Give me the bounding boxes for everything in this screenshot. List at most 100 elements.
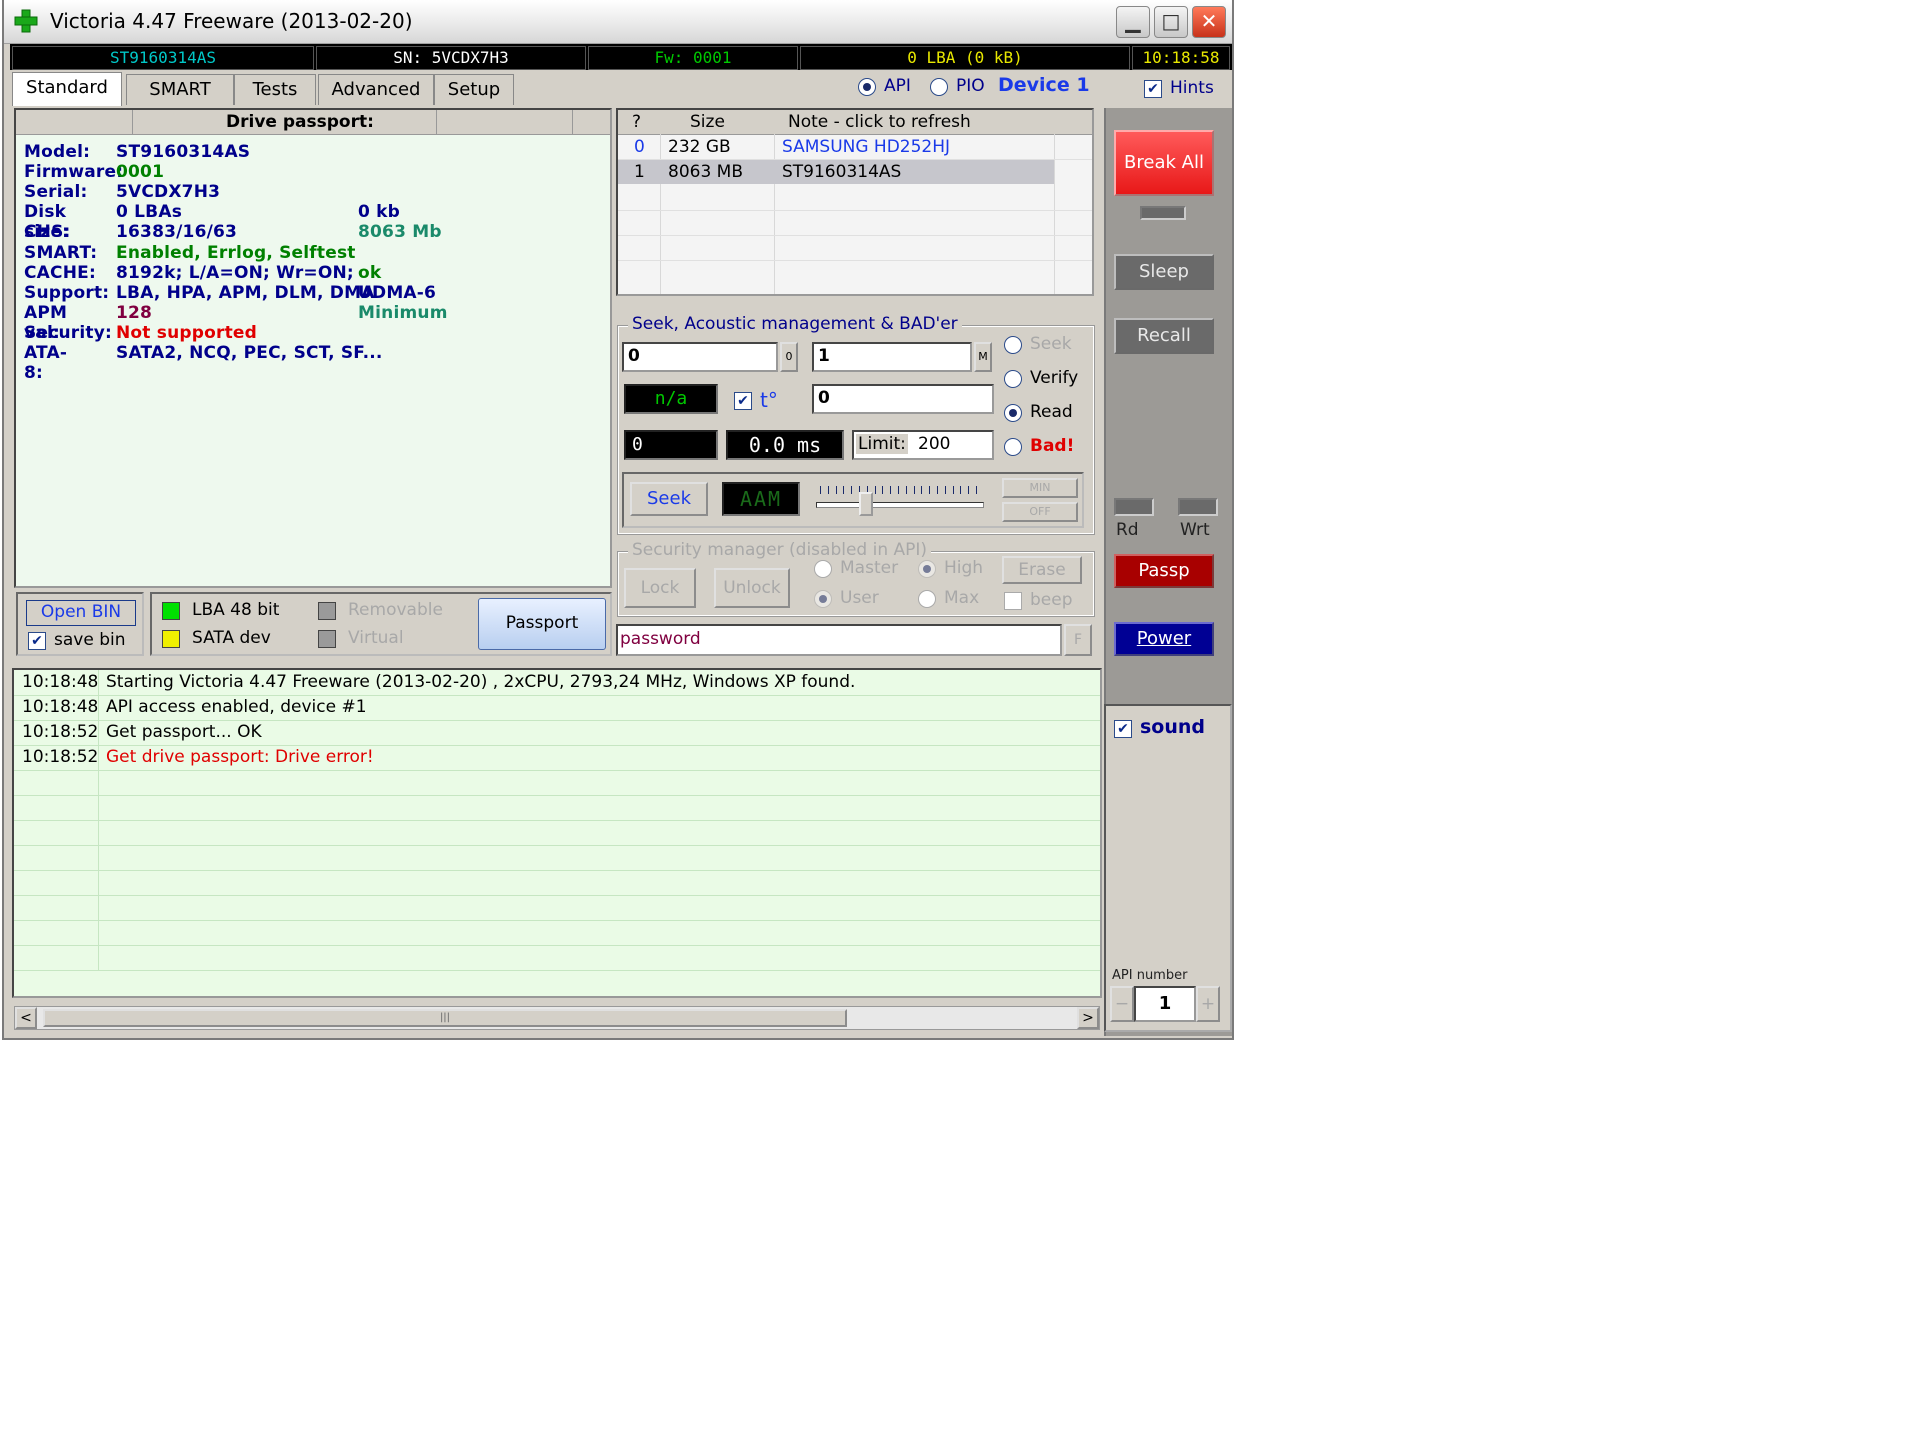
seek-button[interactable]: Seek [630, 482, 708, 516]
sound-checkbox[interactable]: ✔ [1114, 720, 1132, 738]
slider-tick [820, 486, 821, 494]
api-number-decrement[interactable]: − [1110, 986, 1134, 1022]
seek-to-input[interactable]: 1 [812, 342, 972, 372]
maximize-button[interactable]: □ [1154, 6, 1188, 38]
save-bin-checkbox[interactable]: ✔ [28, 632, 46, 650]
drive-note: ST9160314AS [782, 162, 902, 182]
api-radio[interactable] [858, 78, 876, 96]
master-radio[interactable] [814, 560, 832, 578]
seek-from-input[interactable]: 0 [622, 342, 778, 372]
power-button[interactable]: Power [1114, 622, 1214, 656]
temperature-label: t° [760, 388, 778, 412]
seek-mode-bad-radio[interactable] [1004, 438, 1022, 456]
drive-index: 0 [634, 137, 645, 157]
aam-slider[interactable] [816, 480, 984, 518]
log-row [14, 920, 1100, 946]
drive-col-size: Size [690, 112, 725, 132]
seek-from-button[interactable]: 0 [780, 342, 798, 372]
green-cross-icon [14, 9, 38, 33]
sata-label: SATA dev [192, 628, 271, 648]
drive-list-header: ? Size Note - click to refresh [618, 110, 1092, 135]
seek-count-input[interactable]: 0 [812, 384, 994, 414]
minimize-button[interactable]: ▁ [1116, 6, 1150, 38]
passport-label: ATA-8: [24, 343, 68, 383]
limit-field[interactable]: Limit: 200 [852, 430, 994, 460]
seek-mode-seek-radio[interactable] [1004, 336, 1022, 354]
break-all-button[interactable]: Break All [1114, 130, 1214, 196]
slider-tick [944, 486, 946, 494]
high-label: High [944, 558, 984, 578]
passport-label: SMART: [24, 242, 98, 263]
tab-smart[interactable]: SMART [126, 74, 234, 105]
device-label[interactable]: Device 1 [998, 74, 1090, 96]
log-row: 10:18:52 Get drive passport: Drive error! [14, 745, 1100, 771]
seek-mode-bad-label: Bad! [1030, 436, 1075, 456]
drive-row[interactable]: 0 232 GB SAMSUNG HD252HJ [618, 134, 1092, 160]
slider-tick [937, 486, 938, 494]
log-message: Get passport... OK [106, 722, 262, 742]
removable-label: Removable [348, 600, 443, 620]
seek-mode-read-radio[interactable] [1004, 404, 1022, 422]
passport-button[interactable]: Passport [478, 598, 606, 650]
passport-extra: 0 kb [358, 202, 401, 223]
drive-row-selected[interactable]: 1 8063 MB ST9160314AS [618, 160, 1054, 184]
sleep-button[interactable]: Sleep [1114, 254, 1214, 290]
seek-mode-verify-radio[interactable] [1004, 370, 1022, 388]
aam-slider-thumb[interactable] [859, 492, 873, 516]
passport-value: 0 LBAs [116, 202, 183, 223]
hints-checkbox[interactable]: ✔ [1144, 80, 1162, 98]
status-indicator [1140, 206, 1186, 220]
master-label: Master [840, 558, 899, 578]
aam-off-button[interactable]: OFF [1002, 502, 1078, 522]
api-number-input[interactable]: 1 [1134, 986, 1196, 1022]
drive-list[interactable]: ? Size Note - click to refresh 0 232 GB … [616, 108, 1094, 296]
log-row: 10:18:48 Starting Victoria 4.47 Freeware … [14, 670, 1100, 696]
passport-value: SATA2, NCQ, PEC, SCT, SF... [116, 343, 383, 363]
seek-ms-display: 0.0 ms [726, 430, 844, 460]
status-firmware: Fw: 0001 [588, 46, 798, 70]
scroll-thumb[interactable]: ||| [43, 1009, 847, 1027]
log-time: 10:18:48 [22, 697, 99, 717]
password-input[interactable]: password [616, 624, 1062, 656]
passport-value: LBA, HPA, APM, DLM, DMA [116, 282, 375, 303]
temperature-checkbox[interactable]: ✔ [734, 392, 752, 410]
beep-checkbox[interactable] [1004, 592, 1022, 610]
slider-tick [913, 486, 915, 494]
passport-label: Model: [24, 142, 91, 162]
limit-value[interactable]: 200 [918, 434, 950, 454]
unlock-button[interactable]: Unlock [714, 568, 790, 608]
virtual-indicator [318, 630, 336, 648]
high-radio[interactable] [918, 560, 936, 578]
user-radio[interactable] [814, 590, 832, 608]
title-bar[interactable]: Victoria 4.47 Freeware (2013-02-20) ▁ □ … [4, 0, 1232, 44]
log-row [14, 870, 1100, 896]
tab-advanced[interactable]: Advanced [318, 74, 434, 105]
erase-button[interactable]: Erase [1002, 556, 1082, 584]
seek-mode-verify-label: Verify [1030, 368, 1079, 388]
seek-to-button[interactable]: M [974, 342, 992, 372]
close-button[interactable]: ✕ [1192, 6, 1226, 38]
scroll-left-icon[interactable]: < [15, 1007, 37, 1029]
tab-tests[interactable]: Tests [234, 74, 316, 105]
recall-button[interactable]: Recall [1114, 318, 1214, 354]
aam-slider-track [816, 502, 984, 508]
lock-button[interactable]: Lock [624, 568, 696, 608]
api-number-increment[interactable]: + [1196, 986, 1220, 1022]
tab-standard[interactable]: Standard [12, 72, 122, 106]
log-row: 10:18:52 Get passport... OK [14, 720, 1100, 746]
open-bin-button[interactable]: Open BIN [26, 600, 136, 626]
aam-min-button[interactable]: MIN [1002, 478, 1078, 498]
max-radio[interactable] [918, 590, 936, 608]
seek-time-display: 0 [624, 430, 718, 460]
api-label: API [884, 76, 911, 96]
pio-radio[interactable] [930, 78, 948, 96]
drive-index: 1 [634, 162, 645, 182]
log-message: Starting Victoria 4.47 Freeware (2013-02… [106, 672, 856, 692]
passp-button[interactable]: Passp [1114, 554, 1214, 588]
log-time: 10:18:52 [22, 722, 99, 742]
password-f-button[interactable]: F [1064, 624, 1092, 656]
log-scrollbar[interactable]: < ||| > [14, 1006, 1100, 1030]
scroll-right-icon[interactable]: > [1077, 1007, 1099, 1029]
log-panel: 10:18:48 Starting Victoria 4.47 Freeware … [12, 668, 1102, 998]
tab-setup[interactable]: Setup [434, 74, 514, 105]
